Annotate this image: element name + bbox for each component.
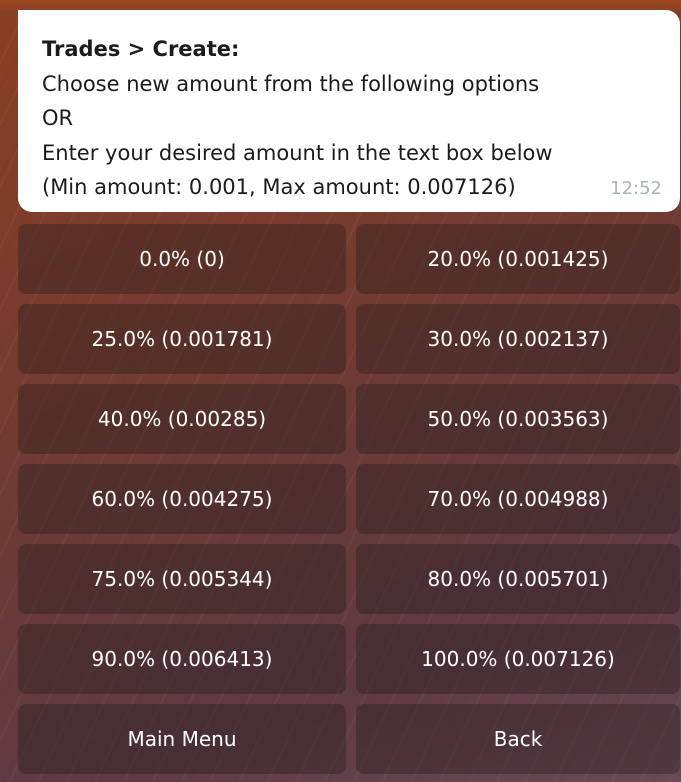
message-timestamp: 12:52	[610, 177, 662, 199]
inline-keyboard: 0.0% (0) 20.0% (0.001425) 25.0% (0.00178…	[18, 224, 680, 774]
amount-button-40-percent[interactable]: 40.0% (0.00285)	[18, 384, 346, 454]
main-menu-button[interactable]: Main Menu	[18, 704, 346, 774]
message-line: OR	[42, 106, 74, 130]
bot-message-bubble: Trades > Create: Choose new amount from …	[18, 10, 680, 212]
amount-button-60-percent[interactable]: 60.0% (0.004275)	[18, 464, 346, 534]
amount-button-50-percent[interactable]: 50.0% (0.003563)	[356, 384, 680, 454]
message-line: (Min amount: 0.001, Max amount: 0.007126…	[42, 175, 516, 199]
message-line: Enter your desired amount in the text bo…	[42, 140, 553, 165]
amount-button-100-percent[interactable]: 100.0% (0.007126)	[356, 624, 680, 694]
amount-button-90-percent[interactable]: 90.0% (0.006413)	[18, 624, 346, 694]
amount-button-70-percent[interactable]: 70.0% (0.004988)	[356, 464, 680, 534]
amount-button-30-percent[interactable]: 30.0% (0.002137)	[356, 304, 680, 374]
message-title: Trades > Create:	[42, 37, 240, 61]
amount-button-20-percent[interactable]: 20.0% (0.001425)	[356, 224, 680, 294]
amount-button-75-percent[interactable]: 75.0% (0.005344)	[18, 544, 346, 614]
amount-button-25-percent[interactable]: 25.0% (0.001781)	[18, 304, 346, 374]
message-line: Choose new amount from the following opt…	[42, 71, 540, 96]
window-top-edge	[0, 0, 681, 10]
back-button[interactable]: Back	[356, 704, 680, 774]
amount-button-0-percent[interactable]: 0.0% (0)	[18, 224, 346, 294]
amount-button-80-percent[interactable]: 80.0% (0.005701)	[356, 544, 680, 614]
